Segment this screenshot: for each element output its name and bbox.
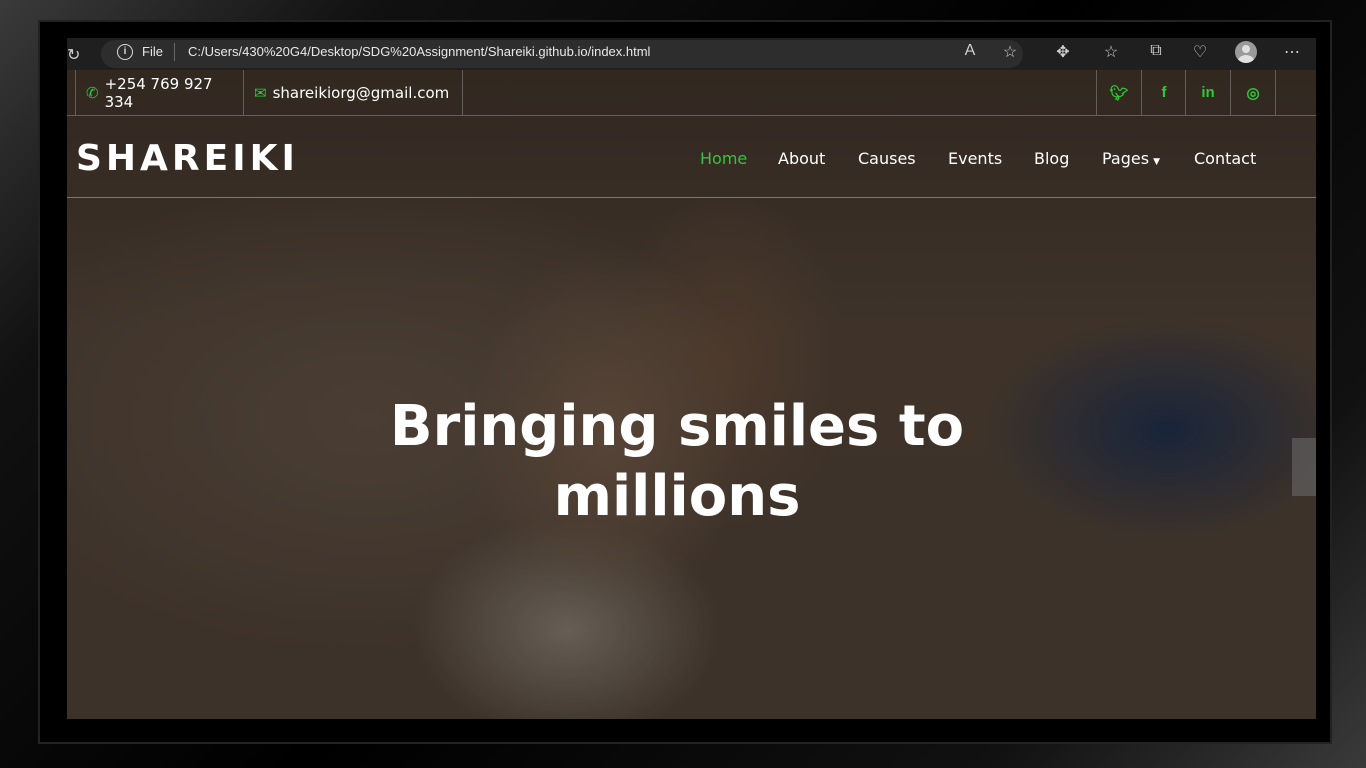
phone-contact[interactable]: ✆ +254 769 927 334	[75, 70, 243, 115]
url-text[interactable]: C:/Users/430%20G4/Desktop/SDG%20Assignme…	[188, 44, 650, 59]
email-contact[interactable]: ✉ shareikiorg@gmail.com	[243, 70, 463, 115]
favorites-icon[interactable]: ☆	[1100, 42, 1122, 62]
nav-causes[interactable]: Causes	[858, 149, 916, 168]
email-address: shareikiorg@gmail.com	[272, 83, 450, 102]
web-page: ✆ +254 769 927 334 ✉ shareikiorg@gmail.c…	[67, 70, 1316, 719]
twitter-icon[interactable]: 🐦︎	[1096, 70, 1141, 115]
envelope-icon: ✉	[254, 83, 267, 102]
hero-line-2: millions	[553, 464, 801, 529]
reload-icon[interactable]: ↻	[67, 45, 80, 65]
caret-down-icon: ▼	[1153, 157, 1160, 167]
phone-icon: ✆	[86, 83, 99, 102]
phone-number: +254 769 927 334	[104, 74, 213, 111]
profile-avatar[interactable]	[1235, 41, 1257, 63]
instagram-icon[interactable]: ◎	[1230, 70, 1276, 115]
nav-pages-label: Pages	[1102, 149, 1150, 168]
nav-pages[interactable]: Pages ▼	[1102, 149, 1160, 168]
nav-events[interactable]: Events	[948, 149, 1002, 168]
health-icon[interactable]: ♡	[1189, 42, 1211, 62]
info-icon[interactable]: i	[117, 44, 133, 60]
address-separator	[174, 43, 175, 61]
hero-heading: Bringing smiles to millions	[367, 392, 987, 532]
contact-strip: ✆ +254 769 927 334 ✉ shareikiorg@gmail.c…	[67, 70, 1316, 116]
read-aloud-icon[interactable]: A	[959, 42, 981, 60]
nav-blog[interactable]: Blog	[1034, 149, 1069, 168]
collections-icon[interactable]: ⧉	[1145, 42, 1167, 60]
more-icon[interactable]: ⋯	[1281, 42, 1303, 62]
file-label: File	[142, 44, 163, 59]
nav-contact[interactable]: Contact	[1194, 149, 1256, 168]
extensions-icon[interactable]: ✥	[1052, 42, 1074, 62]
side-scroll-tab[interactable]	[1292, 438, 1316, 496]
facebook-icon[interactable]: f	[1141, 70, 1186, 115]
header-divider	[67, 197, 1316, 198]
browser-window: ↻ i File C:/Users/430%20G4/Desktop/SDG%2…	[67, 38, 1316, 719]
browser-toolbar: ↻ i File C:/Users/430%20G4/Desktop/SDG%2…	[67, 38, 1316, 70]
site-logo[interactable]: SHAREIKI	[76, 138, 299, 179]
nav-home[interactable]: Home	[700, 149, 747, 168]
linkedin-icon[interactable]: in	[1185, 70, 1230, 115]
hero-line-1: Bringing smiles to	[389, 394, 965, 459]
nav-about[interactable]: About	[778, 149, 825, 168]
favorite-star-icon[interactable]: ☆	[999, 42, 1021, 62]
